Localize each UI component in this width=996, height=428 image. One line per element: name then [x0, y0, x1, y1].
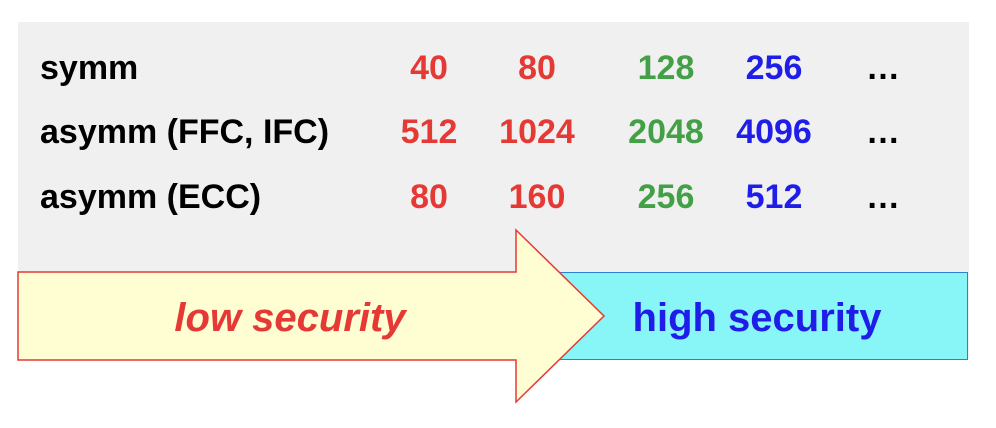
low-security-label: low security [174, 296, 406, 340]
high-security-label: high security [632, 296, 882, 340]
security-arrow [17, 228, 606, 404]
